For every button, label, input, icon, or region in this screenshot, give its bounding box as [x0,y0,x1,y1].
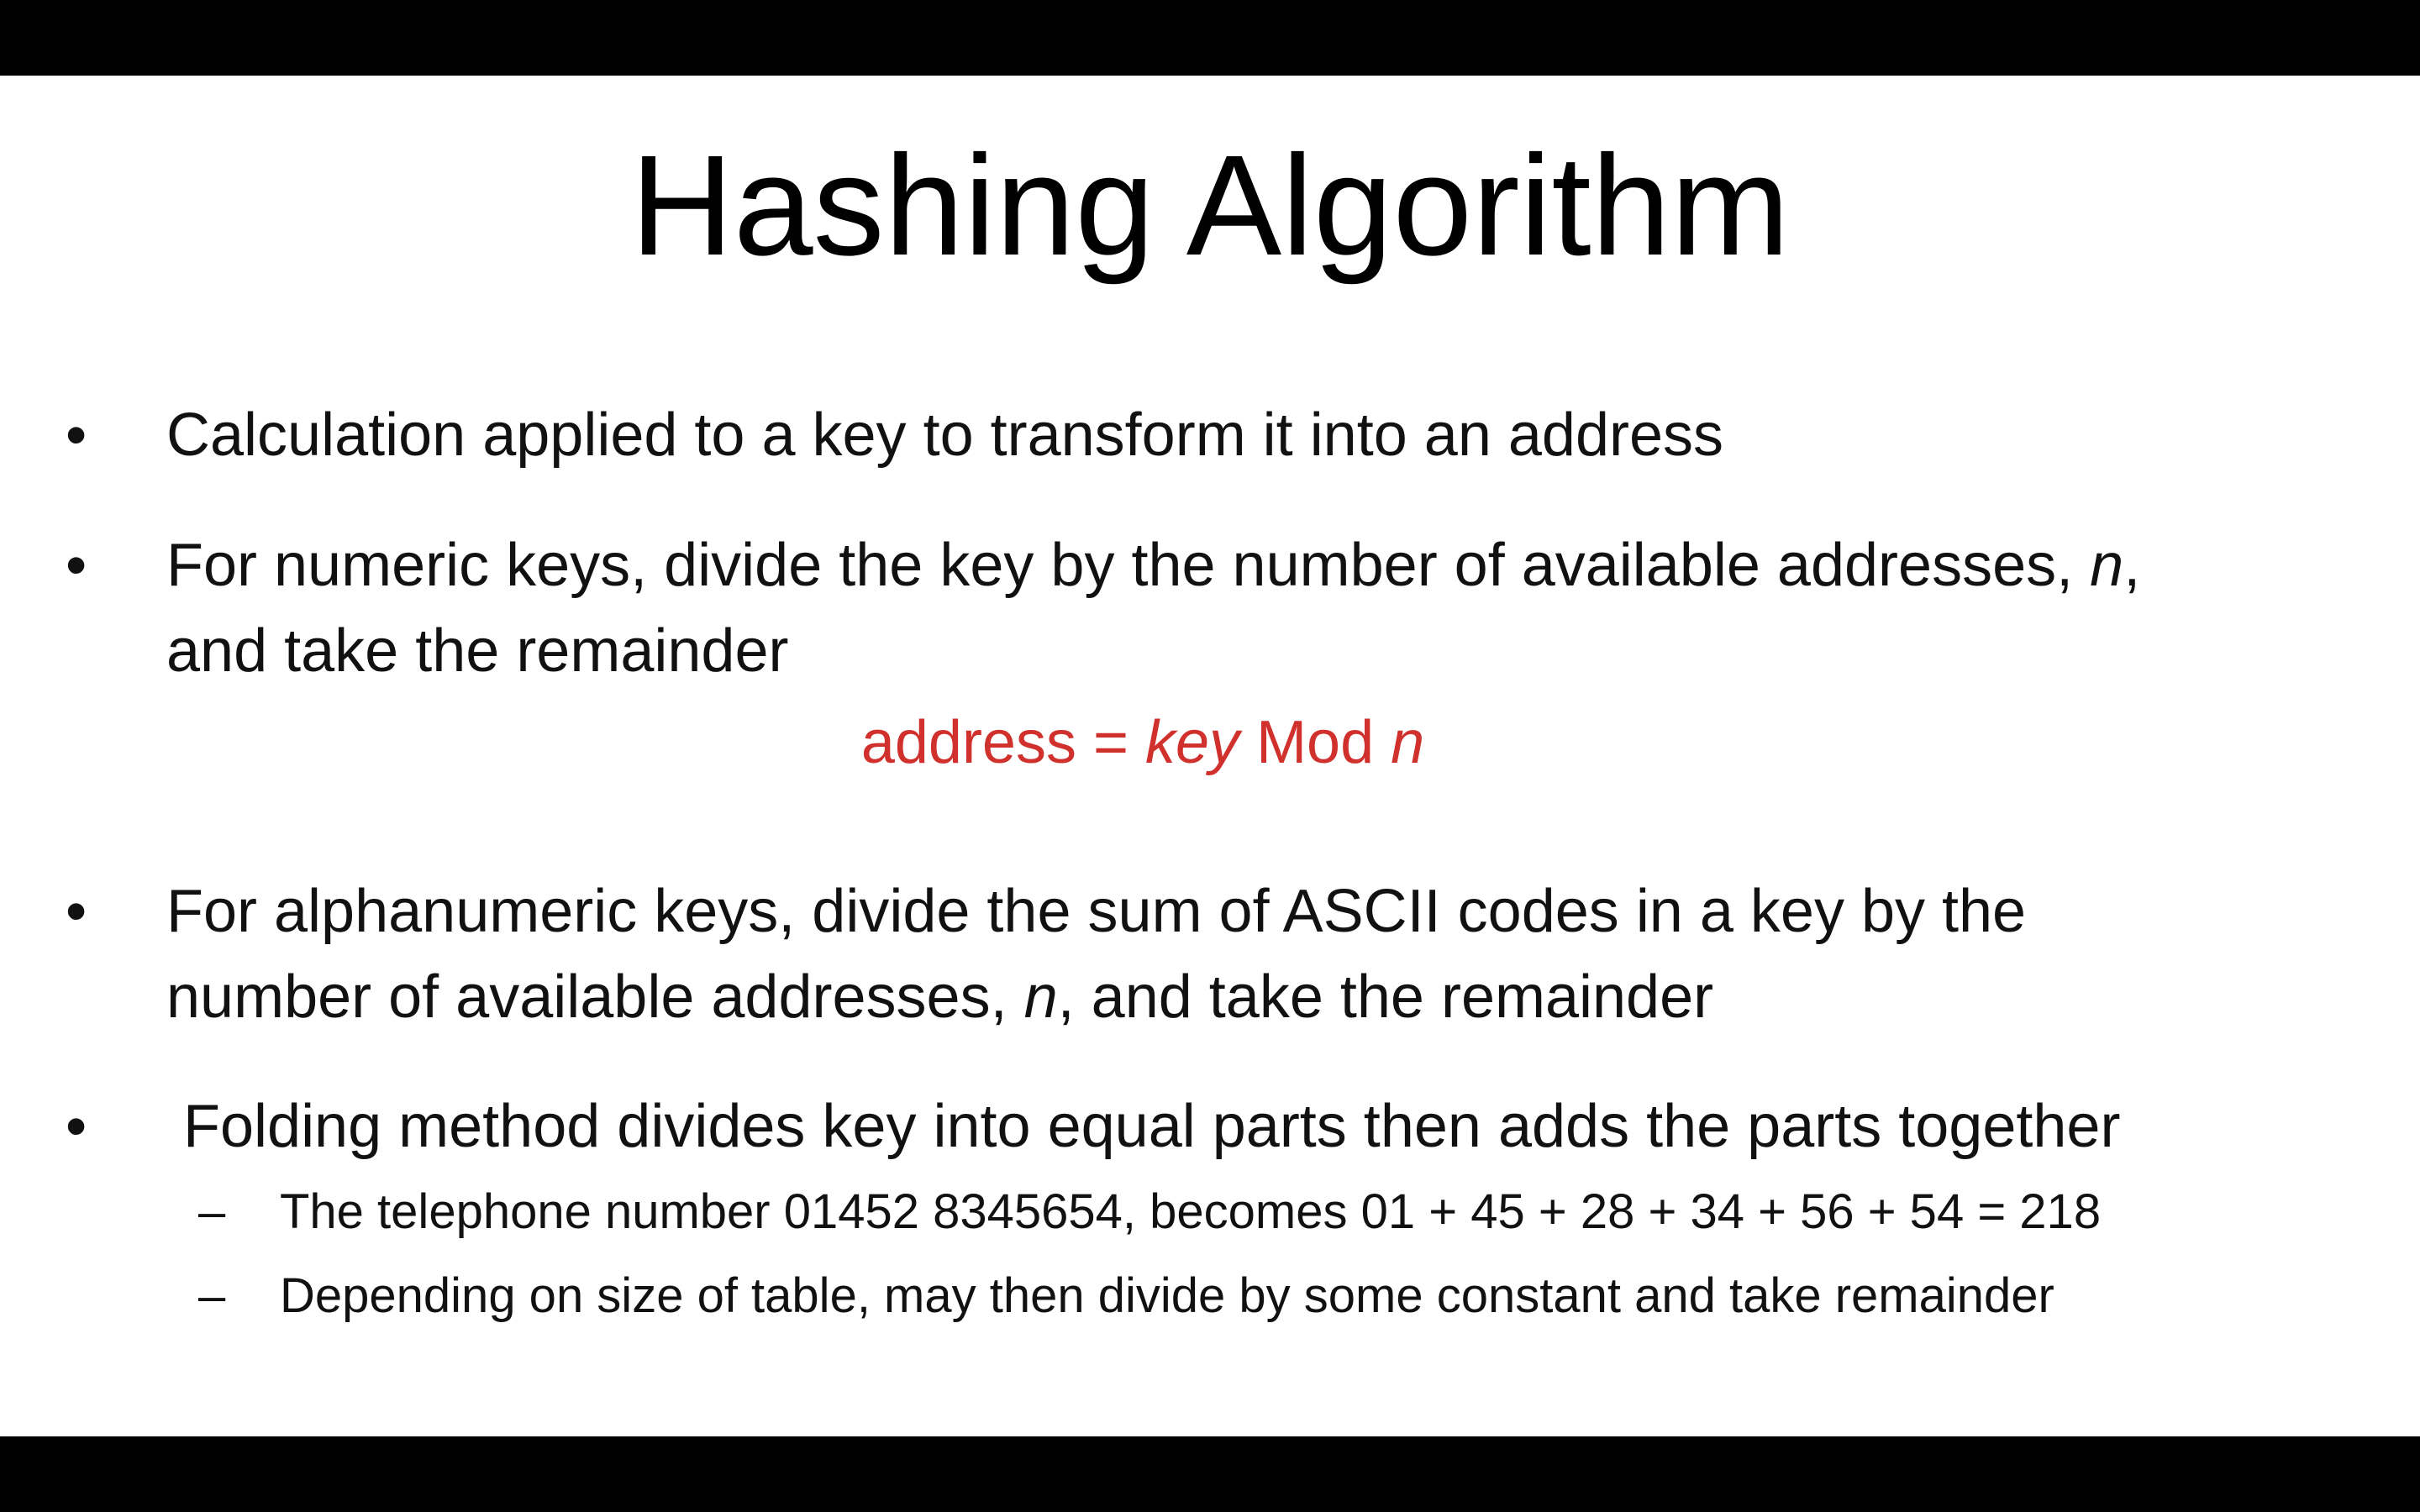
bullet-line-text: , [2123,532,2141,599]
bullet-marker: • [66,1093,87,1160]
bullet-line: number of available addresses, n, and ta… [166,954,2351,1040]
dash-marker: – [198,1184,226,1239]
bullet-line: Folding method divides key into equal pa… [183,1093,2121,1160]
bullet-text: Folding method divides key into equal pa… [183,1084,2368,1169]
bullet-text: For alphanumeric keys, divide the sum of… [166,869,2351,1040]
slide-title: Hashing Algorithm [630,126,1790,286]
formula-text: Mod [1239,709,1392,776]
bullet-line-text: For numeric keys, divide the key by the … [166,532,2091,599]
bullet-marker: • [66,878,87,945]
bottom-letterbox-bar [0,1436,2420,1512]
bullet-line: For numeric keys, divide the key by the … [166,522,2351,608]
bullet-marker: • [66,532,87,599]
sub-bullet-text: Depending on size of table, may then div… [280,1268,2054,1323]
bullet-line: Calculation applied to a key to transfor… [166,402,1724,469]
top-letterbox-bar [0,0,2420,76]
bullet-marker: • [66,402,87,469]
bullet-text: For numeric keys, divide the key by the … [166,522,2351,694]
formula-variable-n: n [1391,709,1425,776]
formula-key: key [1145,709,1240,776]
variable-n: n [1023,963,1058,1031]
formula-text: address = [860,709,1146,776]
sub-bullet-text: The telephone number 01452 8345654, beco… [280,1184,2102,1239]
slide: Hashing Algorithm • Calculation applied … [0,76,2420,1436]
variable-n: n [2090,532,2124,599]
bullet-line-text: number of available addresses, [166,963,1024,1031]
bullet-text: Calculation applied to a key to transfor… [166,392,2351,478]
bullet-line: and take the remainder [166,617,789,685]
bullet-line-text: , and take the remainder [1057,963,1714,1031]
dash-marker: – [198,1268,226,1323]
formula: address = key Mod n [0,700,2286,785]
bullet-line: For alphanumeric keys, divide the sum of… [166,878,2027,945]
